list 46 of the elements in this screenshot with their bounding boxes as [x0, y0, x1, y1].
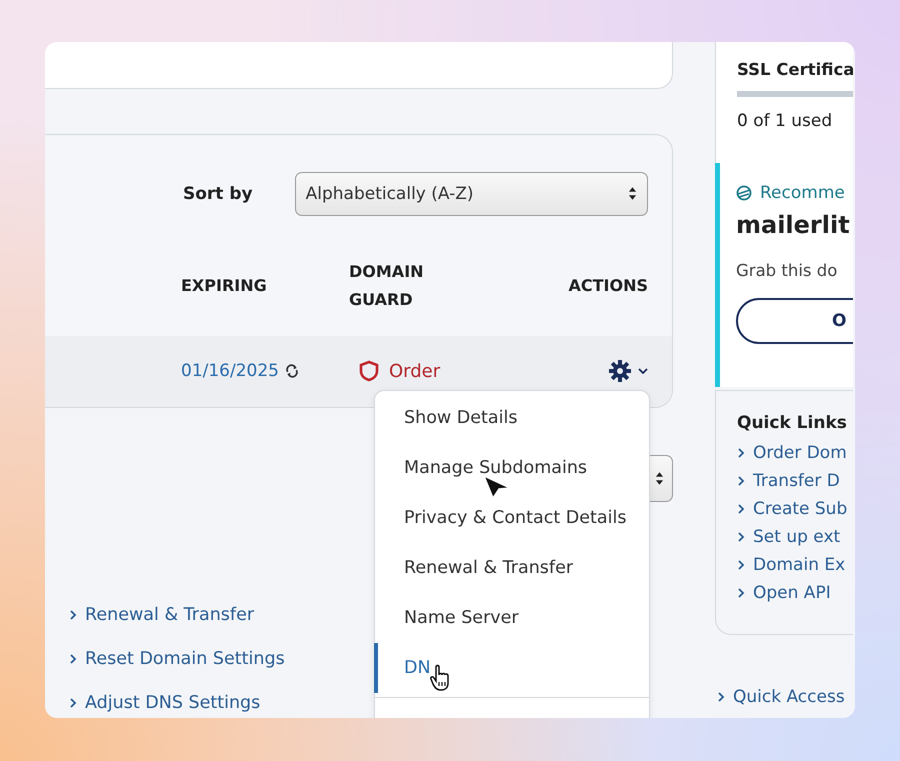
column-header: DOMAIN GUARD [349, 260, 425, 311]
chevron-icon [737, 475, 745, 487]
globe-icon [736, 185, 752, 201]
quick-link[interactable]: Order Dom [753, 439, 847, 467]
chevron-icon [737, 503, 745, 515]
sort-arrows-icon [628, 186, 637, 202]
column-header: ACTIONS [567, 274, 648, 297]
ssl-title: SSL Certifica [737, 60, 853, 79]
settings-link[interactable]: Adjust DNS Settings [85, 688, 260, 718]
domain-name: mailerlit [736, 211, 851, 239]
caret-icon[interactable] [638, 368, 648, 374]
chevron-icon [737, 447, 745, 459]
chevron-icon [737, 587, 745, 599]
outline-button[interactable]: O [736, 298, 853, 344]
menu-item[interactable]: Manage Subdomains [374, 443, 649, 493]
sort-label: Sort by [183, 184, 253, 204]
menu-item[interactable]: Privacy & Contact Details [374, 493, 649, 543]
chevron-icon [69, 697, 77, 709]
chevron-icon [69, 609, 77, 621]
settings-link[interactable]: Renewal & Transfer [85, 600, 254, 630]
quick-access-link[interactable]: Quick Access [733, 683, 845, 711]
promo-text: Grab this do [736, 261, 838, 280]
quick-link[interactable]: Open API [753, 579, 831, 607]
sort-arrows-icon [655, 471, 664, 486]
recommended-label: Recomme [760, 183, 845, 203]
quick-link[interactable]: Domain Ex [753, 551, 846, 579]
usage-text: 0 of 1 used [737, 111, 834, 131]
refresh-icon[interactable] [284, 364, 299, 378]
column-header: EXPIRING [181, 274, 268, 297]
quick-link[interactable]: Transfer D [753, 467, 840, 495]
menu-item[interactable]: Name Server [374, 593, 649, 643]
chevron-icon [737, 531, 745, 543]
quick-link[interactable]: Create Sub [753, 495, 848, 523]
menu-item[interactable]: Show Details [374, 393, 649, 443]
order-link[interactable]: Order [389, 360, 440, 382]
chevron-icon [69, 653, 77, 665]
settings-link[interactable]: Reset Domain Settings [85, 644, 285, 674]
quick-links-title: Quick Links [737, 413, 848, 433]
quick-link[interactable]: Set up ext [753, 523, 840, 551]
sort-select[interactable]: Alphabetically (A-Z) [294, 172, 648, 216]
settings-icon[interactable] [608, 359, 632, 384]
chevron-icon [717, 691, 725, 703]
shield-icon [359, 360, 379, 382]
menu-item[interactable]: Renewal & Transfer [374, 543, 649, 593]
chevron-icon [737, 559, 745, 571]
expiry-date[interactable]: 01/16/2025 [181, 361, 279, 382]
